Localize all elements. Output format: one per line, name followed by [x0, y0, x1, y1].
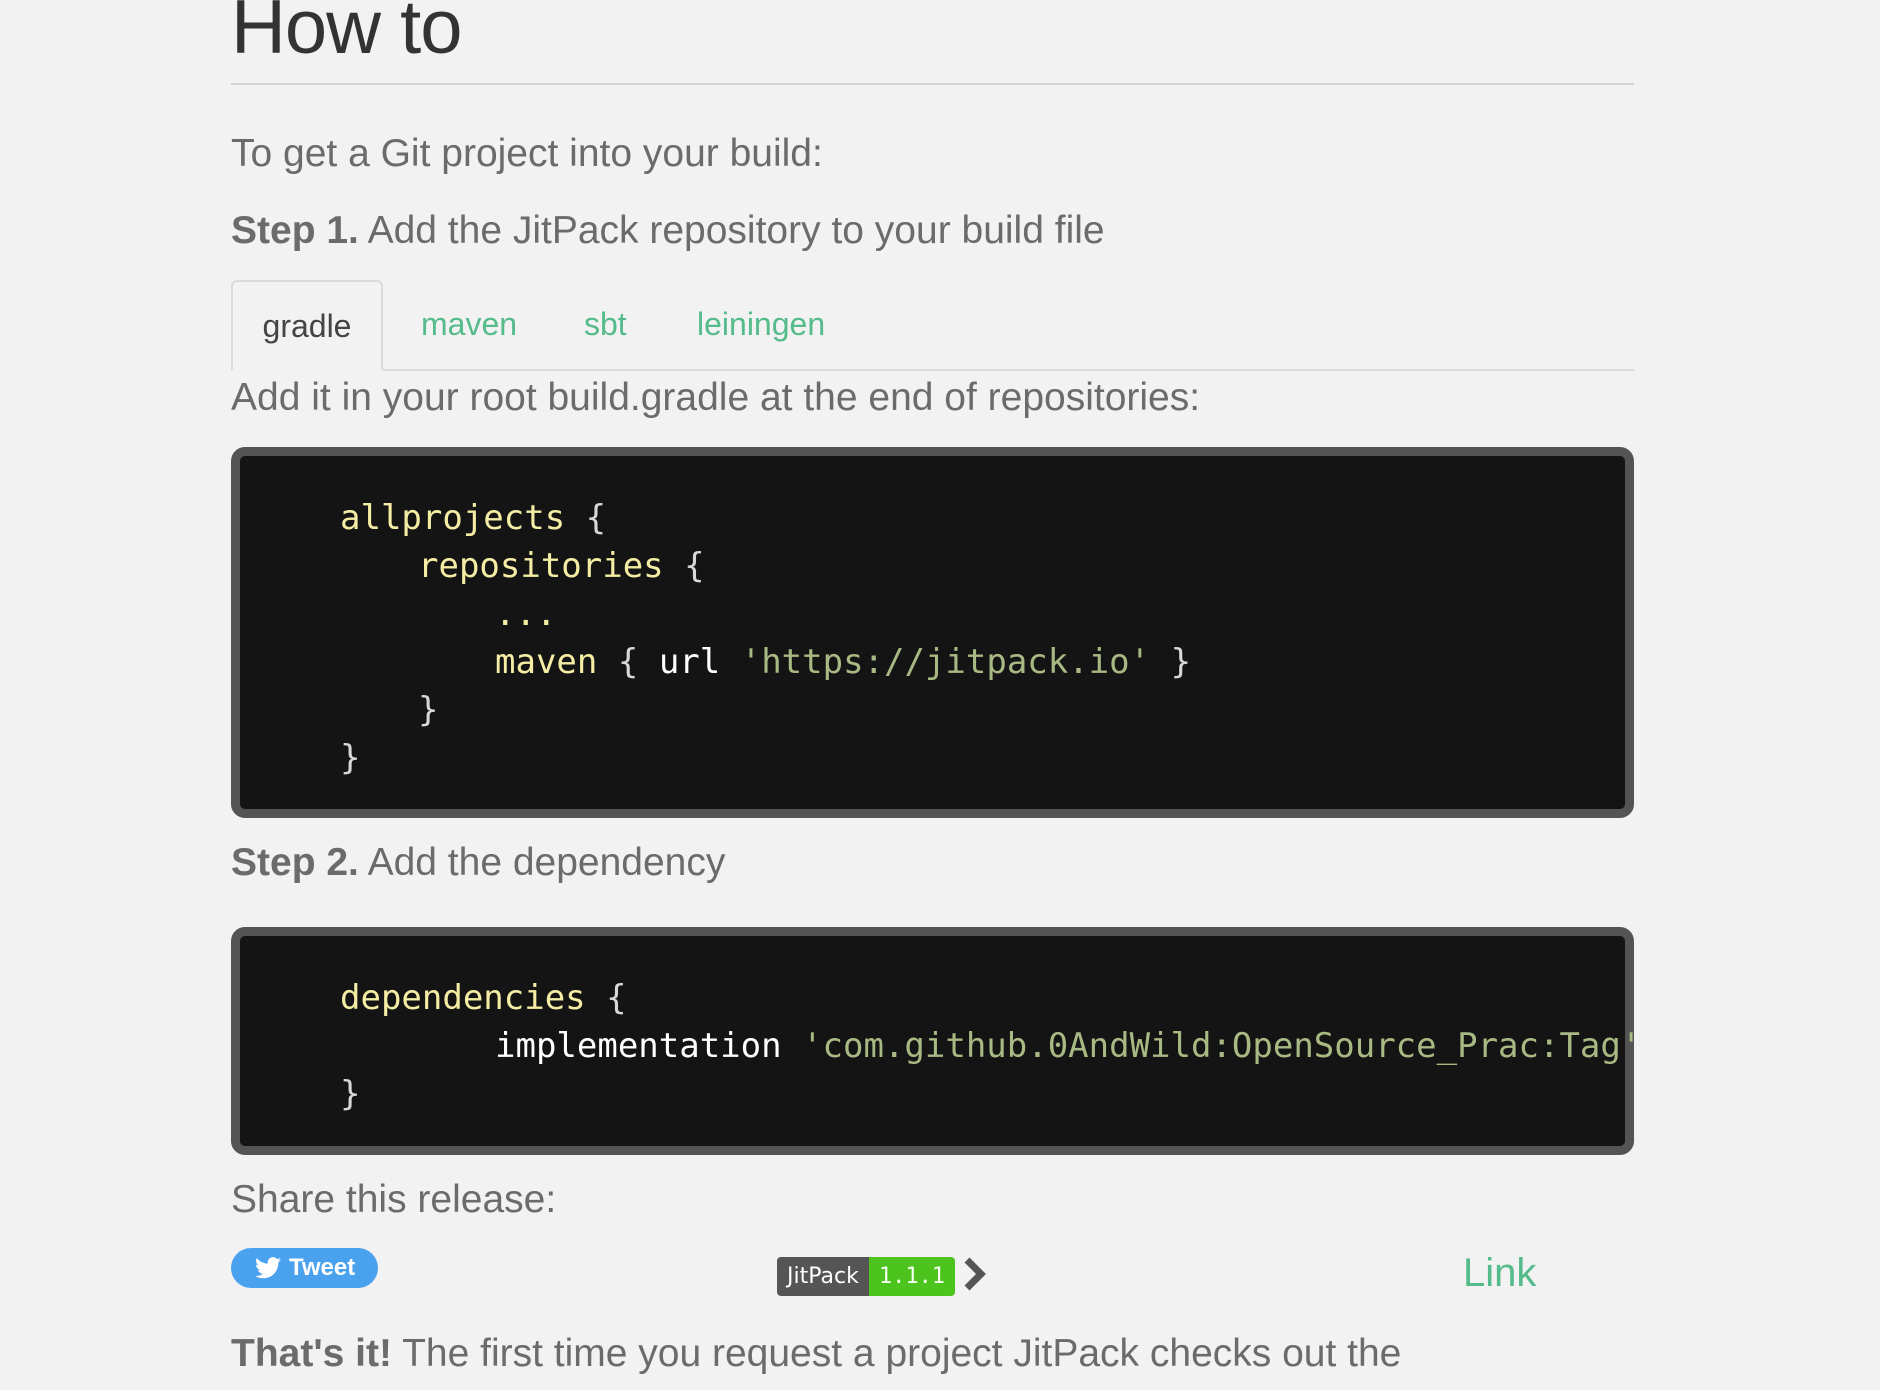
step1-text: Step 1. Add the JitPack repository to yo… [231, 208, 1105, 255]
tab-sbt[interactable]: sbt [584, 280, 627, 369]
code-token: implementation [495, 1026, 782, 1066]
build-tool-tabs: gradle maven sbt leiningen [231, 280, 1634, 371]
code-line: implementation 'com.github.0AndWild:Open… [495, 1022, 1641, 1070]
tab-gradle[interactable]: gradle [231, 280, 383, 371]
code-token: } [340, 1074, 361, 1114]
code-token: { [606, 978, 627, 1018]
tweet-button[interactable]: Tweet [231, 1248, 378, 1288]
tweet-label: Tweet [289, 1254, 356, 1281]
jitpack-version-badge[interactable]: JitPack 1.1.1 [777, 1257, 956, 1296]
code-token: maven [495, 642, 598, 682]
code-line: repositories { [418, 542, 705, 590]
twitter-bird-icon [255, 1257, 281, 1279]
step2-text: Step 2. Add the dependency [231, 840, 725, 887]
code-token: { [617, 642, 639, 682]
code-token: } [340, 738, 361, 778]
page-heading: How to [231, 0, 463, 70]
code-token: } [418, 690, 439, 730]
intro-text: To get a Git project into your build: [231, 132, 823, 175]
code-token: dependencies [340, 978, 586, 1018]
code-token: 'com.github.0AndWild:OpenSource_Prac:Tag… [802, 1026, 1642, 1066]
code-line: allprojects { [340, 494, 606, 542]
repository-code-block[interactable]: allprojects { repositories { ... maven {… [231, 447, 1634, 818]
tab-leiningen[interactable]: leiningen [697, 280, 825, 369]
heading-divider [231, 83, 1634, 85]
step1-description: Add the JitPack repository to your build… [367, 209, 1105, 252]
code-token: } [1170, 642, 1192, 682]
tab-maven[interactable]: maven [421, 280, 517, 369]
outro-description: The first time you request a project Jit… [402, 1332, 1402, 1375]
outro-text: That's it! The first time you request a … [231, 1331, 1401, 1378]
code-line: maven { url 'https://jitpack.io' } [495, 638, 1191, 686]
share-label: Share this release: [231, 1178, 557, 1221]
code-token: 'https://jitpack.io' [740, 642, 1151, 682]
code-token: ... [495, 594, 557, 634]
step2-description: Add the dependency [367, 841, 726, 884]
outro-label: That's it! [231, 1332, 392, 1375]
code-token: allprojects [340, 498, 566, 538]
code-line: dependencies { [340, 974, 627, 1022]
badge-version: 1.1.1 [868, 1257, 956, 1296]
step2-label: Step 2. [231, 841, 359, 884]
tab-instruction: Add it in your root build.gradle at the … [231, 376, 1201, 419]
chevron-right-icon[interactable] [964, 1257, 986, 1291]
code-line: ... [495, 590, 556, 638]
code-token: { [684, 546, 705, 586]
code-line: } [418, 686, 438, 734]
code-line: } [340, 734, 360, 782]
code-token: url [658, 642, 721, 682]
code-line: } [340, 1070, 360, 1118]
badge-label: JitPack [777, 1257, 869, 1296]
dependency-code-block[interactable]: dependencies { implementation 'com.githu… [231, 927, 1641, 1155]
badge-link[interactable]: Link [1463, 1251, 1536, 1296]
code-token: { [585, 498, 607, 538]
code-token: repositories [418, 546, 664, 586]
step1-label: Step 1. [231, 209, 359, 252]
